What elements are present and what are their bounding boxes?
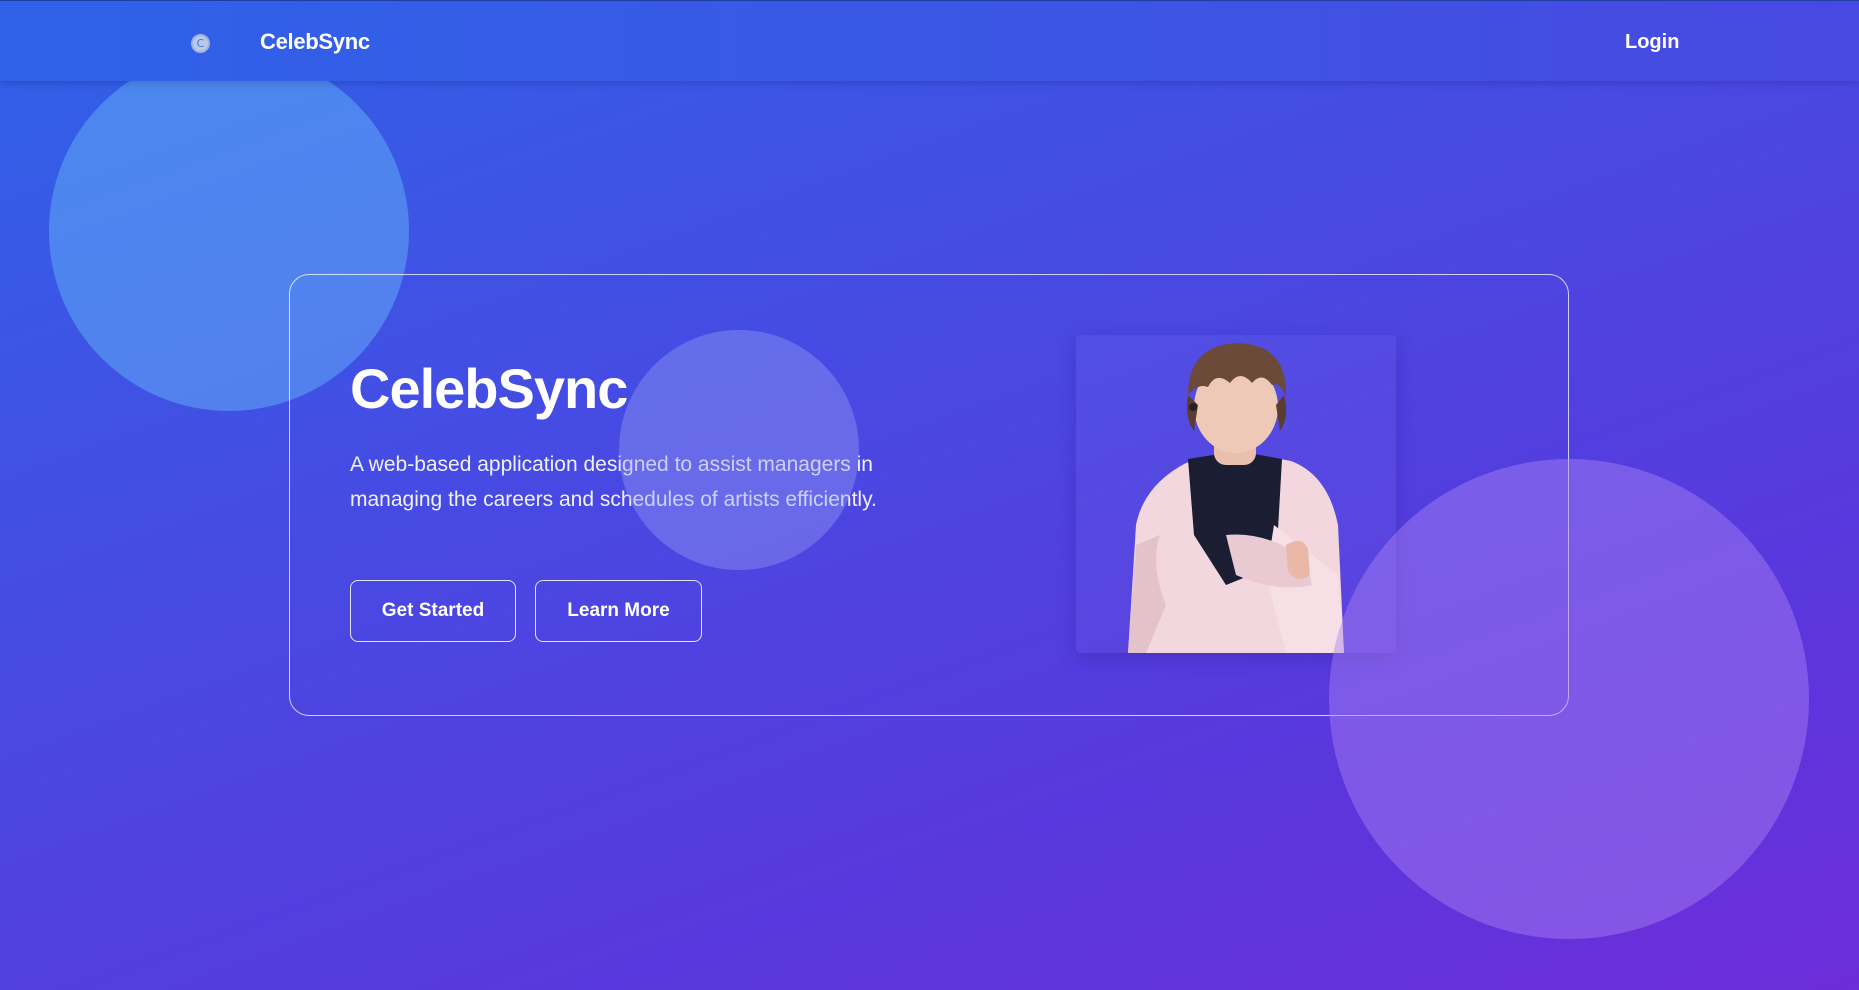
hero-card: CelebSync A web-based application design… (289, 274, 1569, 716)
hero-title: CelebSync (350, 357, 628, 420)
top-navbar: C CelebSync Login (0, 0, 1859, 81)
logo-icon[interactable]: C (191, 34, 210, 53)
learn-more-button[interactable]: Learn More (535, 580, 702, 642)
hero-description: A web-based application designed to assi… (350, 453, 877, 511)
artist-portrait-image (1076, 335, 1396, 653)
artist-illustration (1128, 343, 1344, 653)
login-link[interactable]: Login (1625, 31, 1679, 54)
brand-name[interactable]: CelebSync (260, 29, 370, 55)
get-started-button[interactable]: Get Started (350, 580, 516, 642)
